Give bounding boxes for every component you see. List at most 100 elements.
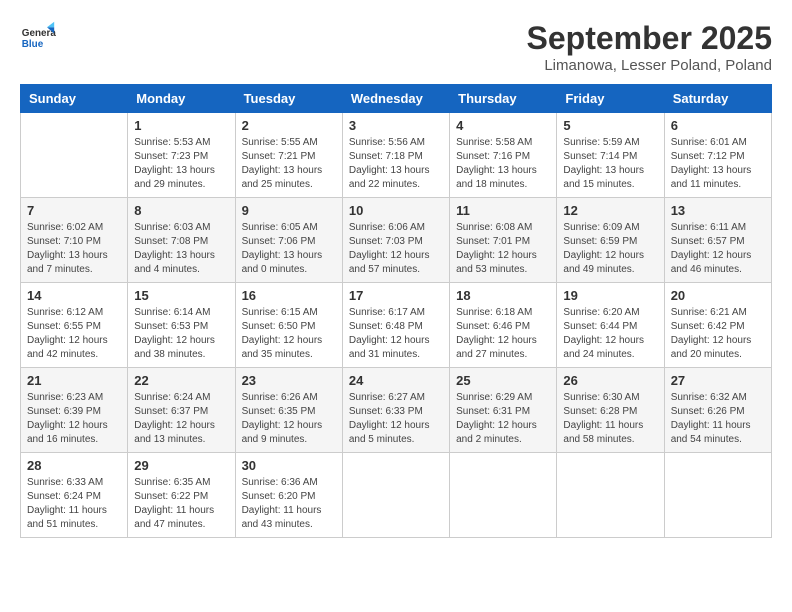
day-info: Sunrise: 6:15 AM Sunset: 6:50 PM Dayligh… [242,306,336,362]
day-header-friday: Friday [557,85,664,113]
day-number: 8 [134,203,228,218]
day-cell: 18 Sunrise: 6:18 AM Sunset: 6:46 PM Dayli… [450,283,557,368]
day-cell: 2 Sunrise: 5:55 AM Sunset: 7:21 PM Daylig… [235,113,342,198]
day-info: Sunrise: 6:05 AM Sunset: 7:06 PM Dayligh… [242,221,336,277]
day-info: Sunrise: 6:08 AM Sunset: 7:01 PM Dayligh… [456,221,550,277]
day-info: Sunrise: 6:14 AM Sunset: 6:53 PM Dayligh… [134,306,228,362]
day-cell: 6 Sunrise: 6:01 AM Sunset: 7:12 PM Daylig… [664,113,771,198]
calendar-body: 1Sunrise: 5:53 AM Sunset: 7:23 PM Daylig… [21,113,772,538]
day-info: Sunrise: 5:56 AM Sunset: 7:18 PM Dayligh… [349,136,443,192]
day-number: 29 [134,458,228,473]
day-info: Sunrise: 6:24 AM Sunset: 6:37 PM Dayligh… [134,391,228,447]
day-number: 2 [242,118,336,133]
location-subtitle: Limanowa, Lesser Poland, Poland [527,57,772,74]
day-cell: 26 Sunrise: 6:30 AM Sunset: 6:28 PM Dayli… [557,368,664,453]
day-number: 3 [349,118,443,133]
day-info: Sunrise: 6:01 AM Sunset: 7:12 PM Dayligh… [671,136,765,192]
day-info: Sunrise: 6:21 AM Sunset: 6:42 PM Dayligh… [671,306,765,362]
day-number: 18 [456,288,550,303]
day-info: Sunrise: 5:55 AM Sunset: 7:21 PM Dayligh… [242,136,336,192]
day-info: Sunrise: 6:12 AM Sunset: 6:55 PM Dayligh… [27,306,121,362]
day-number: 30 [242,458,336,473]
day-cell: 22Sunrise: 6:24 AM Sunset: 6:37 PM Dayli… [128,368,235,453]
day-number: 5 [563,118,657,133]
day-cell: 29 Sunrise: 6:35 AM Sunset: 6:22 PM Dayli… [128,453,235,538]
day-info: Sunrise: 6:35 AM Sunset: 6:22 PM Dayligh… [134,476,228,532]
day-cell: 24 Sunrise: 6:27 AM Sunset: 6:33 PM Dayli… [342,368,449,453]
title-area: September 2025 Limanowa, Lesser Poland, … [527,20,772,74]
day-number: 7 [27,203,121,218]
day-cell: 5 Sunrise: 5:59 AM Sunset: 7:14 PM Daylig… [557,113,664,198]
day-cell: 7 Sunrise: 6:02 AM Sunset: 7:10 PM Daylig… [21,198,128,283]
day-number: 6 [671,118,765,133]
day-cell: 1Sunrise: 5:53 AM Sunset: 7:23 PM Daylig… [128,113,235,198]
day-info: Sunrise: 6:20 AM Sunset: 6:44 PM Dayligh… [563,306,657,362]
day-cell [557,453,664,538]
day-cell: 11 Sunrise: 6:08 AM Sunset: 7:01 PM Dayli… [450,198,557,283]
day-number: 1 [134,118,228,133]
day-number: 20 [671,288,765,303]
day-info: Sunrise: 6:30 AM Sunset: 6:28 PM Dayligh… [563,391,657,447]
day-info: Sunrise: 6:27 AM Sunset: 6:33 PM Dayligh… [349,391,443,447]
day-cell: 15 Sunrise: 6:14 AM Sunset: 6:53 PM Dayli… [128,283,235,368]
day-cell: 21 Sunrise: 6:23 AM Sunset: 6:39 PM Dayli… [21,368,128,453]
day-cell [342,453,449,538]
day-number: 27 [671,373,765,388]
week-row-4: 28Sunrise: 6:33 AM Sunset: 6:24 PM Dayli… [21,453,772,538]
day-info: Sunrise: 6:23 AM Sunset: 6:39 PM Dayligh… [27,391,121,447]
week-row-3: 21 Sunrise: 6:23 AM Sunset: 6:39 PM Dayli… [21,368,772,453]
day-number: 9 [242,203,336,218]
day-info: Sunrise: 6:29 AM Sunset: 6:31 PM Dayligh… [456,391,550,447]
day-info: Sunrise: 6:36 AM Sunset: 6:20 PM Dayligh… [242,476,336,532]
day-number: 4 [456,118,550,133]
day-info: Sunrise: 6:11 AM Sunset: 6:57 PM Dayligh… [671,221,765,277]
day-header-saturday: Saturday [664,85,771,113]
calendar-header: SundayMondayTuesdayWednesdayThursdayFrid… [21,85,772,113]
day-info: Sunrise: 6:26 AM Sunset: 6:35 PM Dayligh… [242,391,336,447]
day-cell: 16Sunrise: 6:15 AM Sunset: 6:50 PM Dayli… [235,283,342,368]
day-number: 26 [563,373,657,388]
day-cell: 30 Sunrise: 6:36 AM Sunset: 6:20 PM Dayli… [235,453,342,538]
week-row-2: 14Sunrise: 6:12 AM Sunset: 6:55 PM Dayli… [21,283,772,368]
day-cell [21,113,128,198]
day-info: Sunrise: 6:09 AM Sunset: 6:59 PM Dayligh… [563,221,657,277]
day-cell [664,453,771,538]
day-number: 13 [671,203,765,218]
day-info: Sunrise: 5:58 AM Sunset: 7:16 PM Dayligh… [456,136,550,192]
day-cell: 23 Sunrise: 6:26 AM Sunset: 6:35 PM Dayli… [235,368,342,453]
day-header-wednesday: Wednesday [342,85,449,113]
header: General Blue September 2025 Limanowa, Le… [20,20,772,74]
day-info: Sunrise: 6:17 AM Sunset: 6:48 PM Dayligh… [349,306,443,362]
day-number: 19 [563,288,657,303]
day-info: Sunrise: 6:02 AM Sunset: 7:10 PM Dayligh… [27,221,121,277]
day-cell: 12 Sunrise: 6:09 AM Sunset: 6:59 PM Dayli… [557,198,664,283]
day-cell: 3 Sunrise: 5:56 AM Sunset: 7:18 PM Daylig… [342,113,449,198]
day-number: 24 [349,373,443,388]
day-header-tuesday: Tuesday [235,85,342,113]
day-info: Sunrise: 5:59 AM Sunset: 7:14 PM Dayligh… [563,136,657,192]
day-info: Sunrise: 6:06 AM Sunset: 7:03 PM Dayligh… [349,221,443,277]
svg-text:Blue: Blue [22,39,44,50]
day-number: 10 [349,203,443,218]
day-cell: 8 Sunrise: 6:03 AM Sunset: 7:08 PM Daylig… [128,198,235,283]
day-cell: 19 Sunrise: 6:20 AM Sunset: 6:44 PM Dayli… [557,283,664,368]
day-number: 23 [242,373,336,388]
day-info: Sunrise: 6:03 AM Sunset: 7:08 PM Dayligh… [134,221,228,277]
day-cell: 4 Sunrise: 5:58 AM Sunset: 7:16 PM Daylig… [450,113,557,198]
days-of-week-row: SundayMondayTuesdayWednesdayThursdayFrid… [21,85,772,113]
logo-icon: General Blue [20,20,56,56]
day-info: Sunrise: 6:32 AM Sunset: 6:26 PM Dayligh… [671,391,765,447]
day-number: 17 [349,288,443,303]
day-info: Sunrise: 6:18 AM Sunset: 6:46 PM Dayligh… [456,306,550,362]
day-number: 15 [134,288,228,303]
day-number: 12 [563,203,657,218]
day-cell: 9 Sunrise: 6:05 AM Sunset: 7:06 PM Daylig… [235,198,342,283]
day-header-monday: Monday [128,85,235,113]
day-number: 11 [456,203,550,218]
day-cell: 10 Sunrise: 6:06 AM Sunset: 7:03 PM Dayli… [342,198,449,283]
day-cell: 27 Sunrise: 6:32 AM Sunset: 6:26 PM Dayli… [664,368,771,453]
day-number: 25 [456,373,550,388]
day-number: 21 [27,373,121,388]
day-cell: 28Sunrise: 6:33 AM Sunset: 6:24 PM Dayli… [21,453,128,538]
day-cell: 20 Sunrise: 6:21 AM Sunset: 6:42 PM Dayli… [664,283,771,368]
